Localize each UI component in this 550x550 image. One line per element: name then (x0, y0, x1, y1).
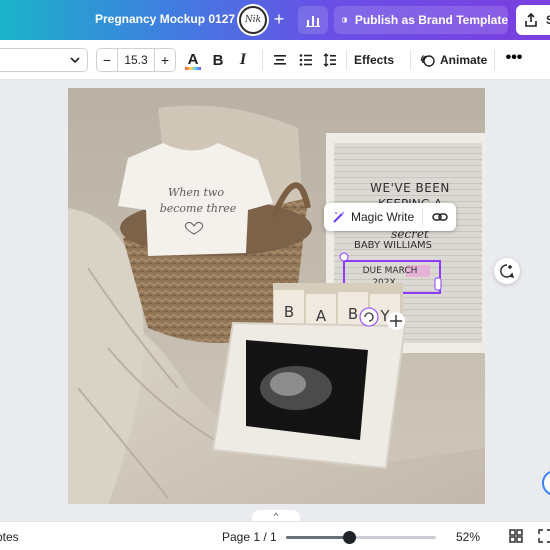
zoom-slider-fill (286, 536, 349, 539)
bold-button[interactable]: B (210, 50, 226, 70)
chevron-down-icon (70, 57, 80, 64)
zoom-slider[interactable] (286, 531, 436, 544)
align-center-icon (274, 55, 286, 65)
letterboard-line1: WE'VE BEEN (370, 181, 450, 195)
block-b2: B (348, 305, 358, 323)
block-a: A (316, 307, 327, 325)
text-color-swatch (185, 66, 201, 70)
toolbar-divider (494, 50, 495, 70)
zoom-percentage[interactable]: 52% (456, 530, 480, 544)
align-center-button[interactable] (272, 50, 288, 70)
effects-button[interactable]: Effects (354, 50, 394, 70)
analytics-icon (306, 16, 320, 27)
letterboard-line5[interactable]: DUE MARCH (363, 266, 418, 276)
toolbar-divider (262, 50, 263, 70)
add-comment-button[interactable] (494, 258, 520, 284)
share-button[interactable]: S (516, 5, 550, 35)
magic-write-button[interactable]: Magic Write (324, 203, 422, 231)
fullscreen-icon[interactable] (538, 529, 550, 543)
link-icon (431, 213, 448, 221)
grid-view-icon[interactable] (509, 529, 523, 543)
collaborator-avatar[interactable]: Nik (239, 6, 267, 34)
analytics-button[interactable] (298, 6, 328, 34)
document-title[interactable]: Pregnancy Mockup 0127 (95, 12, 235, 26)
bulleted-list-button[interactable] (298, 50, 314, 70)
bulleted-list-icon (299, 54, 312, 66)
font-family-dropdown[interactable] (0, 48, 88, 72)
onesie-text-line2: become three (160, 202, 237, 215)
link-button[interactable] (423, 211, 456, 223)
share-label: S (546, 13, 550, 27)
pregnancy-announcement-image: When two become three WE'VE BEEN KEEPING… (68, 88, 485, 504)
line-spacing-icon (323, 53, 336, 67)
animate-button[interactable]: Animate (420, 50, 487, 70)
zoom-slider-handle[interactable] (343, 531, 356, 544)
line-spacing-button[interactable] (322, 50, 338, 70)
share-upload-icon (525, 13, 537, 27)
bottom-bar: otes Page 1 / 1 52% (0, 521, 550, 550)
text-color-icon: A (187, 50, 199, 68)
text-color-button[interactable]: A (184, 50, 202, 70)
top-header: Pregnancy Mockup 0127 Nik + Publish as B… (0, 0, 550, 40)
page-indicator[interactable]: Page 1 / 1 (222, 530, 277, 544)
publish-brand-template-button[interactable]: Publish as Brand Template (334, 6, 508, 34)
publish-icon (342, 17, 347, 23)
letterboard-line4: BABY WILLIAMS (354, 240, 432, 251)
decrease-font-size-button[interactable]: − (97, 52, 117, 68)
animate-icon (420, 54, 435, 67)
text-toolbar: − 15.3 + A B I Effects Animate ••• (0, 40, 550, 80)
font-size-input[interactable]: 15.3 (117, 49, 155, 71)
animate-label: Animate (440, 53, 488, 67)
italic-button[interactable]: I (236, 50, 250, 70)
font-size-stepper: − 15.3 + (96, 48, 176, 72)
notes-button[interactable]: otes (0, 530, 19, 544)
toolbar-divider (410, 50, 411, 70)
increase-font-size-button[interactable]: + (155, 52, 175, 68)
comment-add-icon (500, 264, 515, 279)
magic-write-icon (333, 211, 345, 223)
magic-write-label: Magic Write (351, 210, 415, 224)
more-options-button[interactable]: ••• (504, 50, 524, 70)
magic-write-popover: Magic Write (324, 203, 456, 231)
add-collaborator-button[interactable]: + (270, 10, 288, 30)
block-b1: B (284, 303, 294, 321)
publish-label: Publish as Brand Template (354, 13, 508, 27)
onesie-text-line1: When two (168, 186, 224, 199)
toolbar-divider (346, 50, 347, 70)
design-page-photo[interactable]: When two become three WE'VE BEEN KEEPING… (68, 88, 485, 504)
